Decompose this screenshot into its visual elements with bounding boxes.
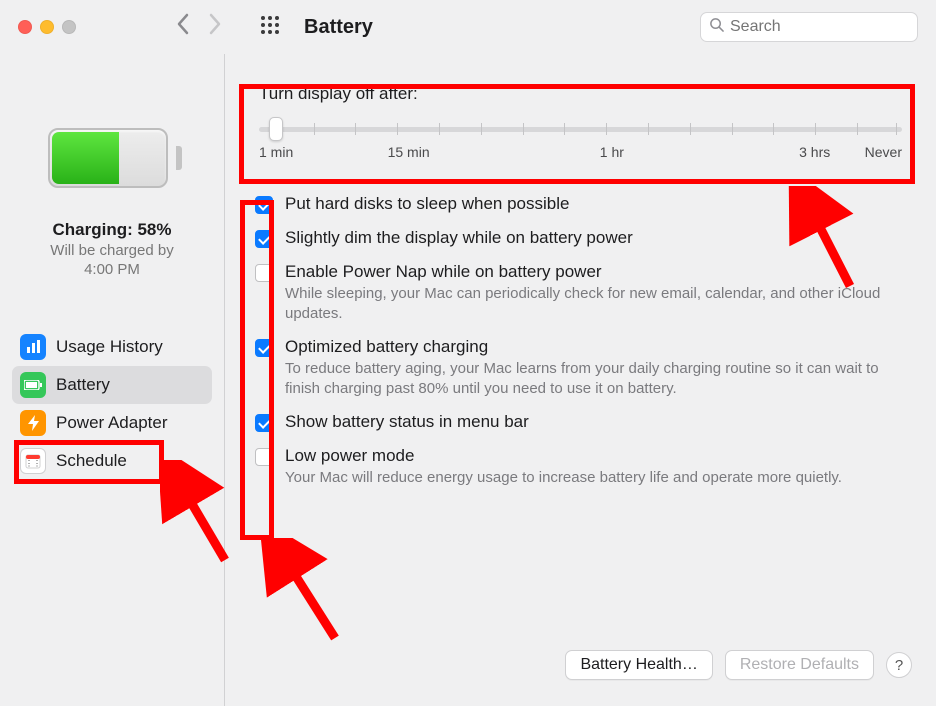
checkbox-dim-display[interactable] bbox=[255, 230, 273, 248]
option-label: Show battery status in menu bar bbox=[285, 412, 912, 432]
sidebar-list: Usage History Battery Power Adapter bbox=[0, 328, 224, 480]
sidebar-item-label: Battery bbox=[56, 375, 110, 395]
option-optimized-charging: Optimized battery charging To reduce bat… bbox=[255, 337, 912, 398]
svg-text:⋮⋮: ⋮⋮ bbox=[25, 459, 41, 468]
option-description: To reduce battery aging, your Mac learns… bbox=[285, 359, 912, 398]
titlebar: Battery bbox=[0, 0, 936, 54]
charging-status: Charging: 58% bbox=[52, 220, 171, 240]
checkbox-hard-disks-sleep[interactable] bbox=[255, 196, 273, 214]
slider-mark-1hr: 1 hr bbox=[600, 144, 624, 160]
minimize-button[interactable] bbox=[40, 20, 54, 34]
option-menubar-status: Show battery status in menu bar bbox=[255, 412, 912, 432]
close-button[interactable] bbox=[18, 20, 32, 34]
content-area: Charging: 58% Will be charged by 4:00 PM… bbox=[0, 54, 936, 706]
display-sleep-slider-section: Turn display off after: bbox=[249, 76, 912, 172]
option-label: Low power mode bbox=[285, 446, 912, 466]
footer-buttons: Battery Health… Restore Defaults ? bbox=[249, 650, 912, 686]
checkbox-power-nap[interactable] bbox=[255, 264, 273, 282]
option-dim-display: Slightly dim the display while on batter… bbox=[255, 228, 912, 248]
option-label: Slightly dim the display while on batter… bbox=[285, 228, 912, 248]
main-panel: Turn display off after: bbox=[225, 54, 936, 706]
chart-icon bbox=[20, 334, 46, 360]
slider-mark-never: Never bbox=[865, 144, 902, 160]
search-field[interactable] bbox=[700, 12, 918, 42]
slider-mark-15min: 15 min bbox=[388, 144, 430, 160]
zoom-button-disabled bbox=[62, 20, 76, 34]
help-button[interactable]: ? bbox=[886, 652, 912, 678]
search-icon bbox=[709, 17, 724, 37]
battery-health-button[interactable]: Battery Health… bbox=[565, 650, 712, 680]
traffic-lights bbox=[18, 20, 76, 34]
sidebar-item-schedule[interactable]: ⋮⋮ Schedule bbox=[12, 442, 212, 480]
search-input[interactable] bbox=[730, 18, 909, 36]
option-label: Put hard disks to sleep when possible bbox=[285, 194, 912, 214]
show-all-icon[interactable] bbox=[260, 15, 280, 40]
battery-graphic bbox=[48, 128, 176, 192]
checkbox-low-power-mode[interactable] bbox=[255, 448, 273, 466]
sidebar-item-power-adapter[interactable]: Power Adapter bbox=[12, 404, 212, 442]
sidebar-item-battery[interactable]: Battery bbox=[12, 366, 212, 404]
battery-options: Put hard disks to sleep when possible Sl… bbox=[249, 194, 912, 502]
display-sleep-slider[interactable] bbox=[259, 118, 902, 140]
slider-label: Turn display off after: bbox=[259, 84, 902, 104]
sidebar-item-label: Power Adapter bbox=[56, 413, 168, 433]
option-label: Optimized battery charging bbox=[285, 337, 912, 357]
nav-arrows bbox=[176, 13, 222, 41]
calendar-icon: ⋮⋮ bbox=[20, 448, 46, 474]
sidebar-item-label: Schedule bbox=[56, 451, 127, 471]
restore-defaults-button[interactable]: Restore Defaults bbox=[725, 650, 874, 680]
sidebar: Charging: 58% Will be charged by 4:00 PM… bbox=[0, 54, 225, 706]
charging-estimate: Will be charged by 4:00 PM bbox=[50, 242, 173, 280]
bolt-icon bbox=[20, 410, 46, 436]
back-button[interactable] bbox=[176, 13, 190, 41]
option-description: While sleeping, your Mac can periodicall… bbox=[285, 284, 912, 323]
checkbox-menubar-status[interactable] bbox=[255, 414, 273, 432]
slider-mark-3hrs: 3 hrs bbox=[799, 144, 830, 160]
system-preferences-window: Battery Charging: 58% Will be charged by… bbox=[0, 0, 936, 706]
battery-icon bbox=[20, 372, 46, 398]
option-hard-disks-sleep: Put hard disks to sleep when possible bbox=[255, 194, 912, 214]
option-power-nap: Enable Power Nap while on battery power … bbox=[255, 262, 912, 323]
pane-title: Battery bbox=[304, 16, 373, 39]
slider-mark-1min: 1 min bbox=[259, 144, 293, 160]
sidebar-item-usage-history[interactable]: Usage History bbox=[12, 328, 212, 366]
slider-thumb[interactable] bbox=[269, 117, 283, 141]
forward-button[interactable] bbox=[208, 13, 222, 41]
option-low-power-mode: Low power mode Your Mac will reduce ener… bbox=[255, 446, 912, 488]
option-label: Enable Power Nap while on battery power bbox=[285, 262, 912, 282]
option-description: Your Mac will reduce energy usage to inc… bbox=[285, 468, 912, 488]
checkbox-optimized-charging[interactable] bbox=[255, 339, 273, 357]
charging-sub-line1: Will be charged by bbox=[50, 242, 173, 259]
charging-sub-line2: 4:00 PM bbox=[84, 261, 140, 278]
sidebar-item-label: Usage History bbox=[56, 337, 163, 357]
